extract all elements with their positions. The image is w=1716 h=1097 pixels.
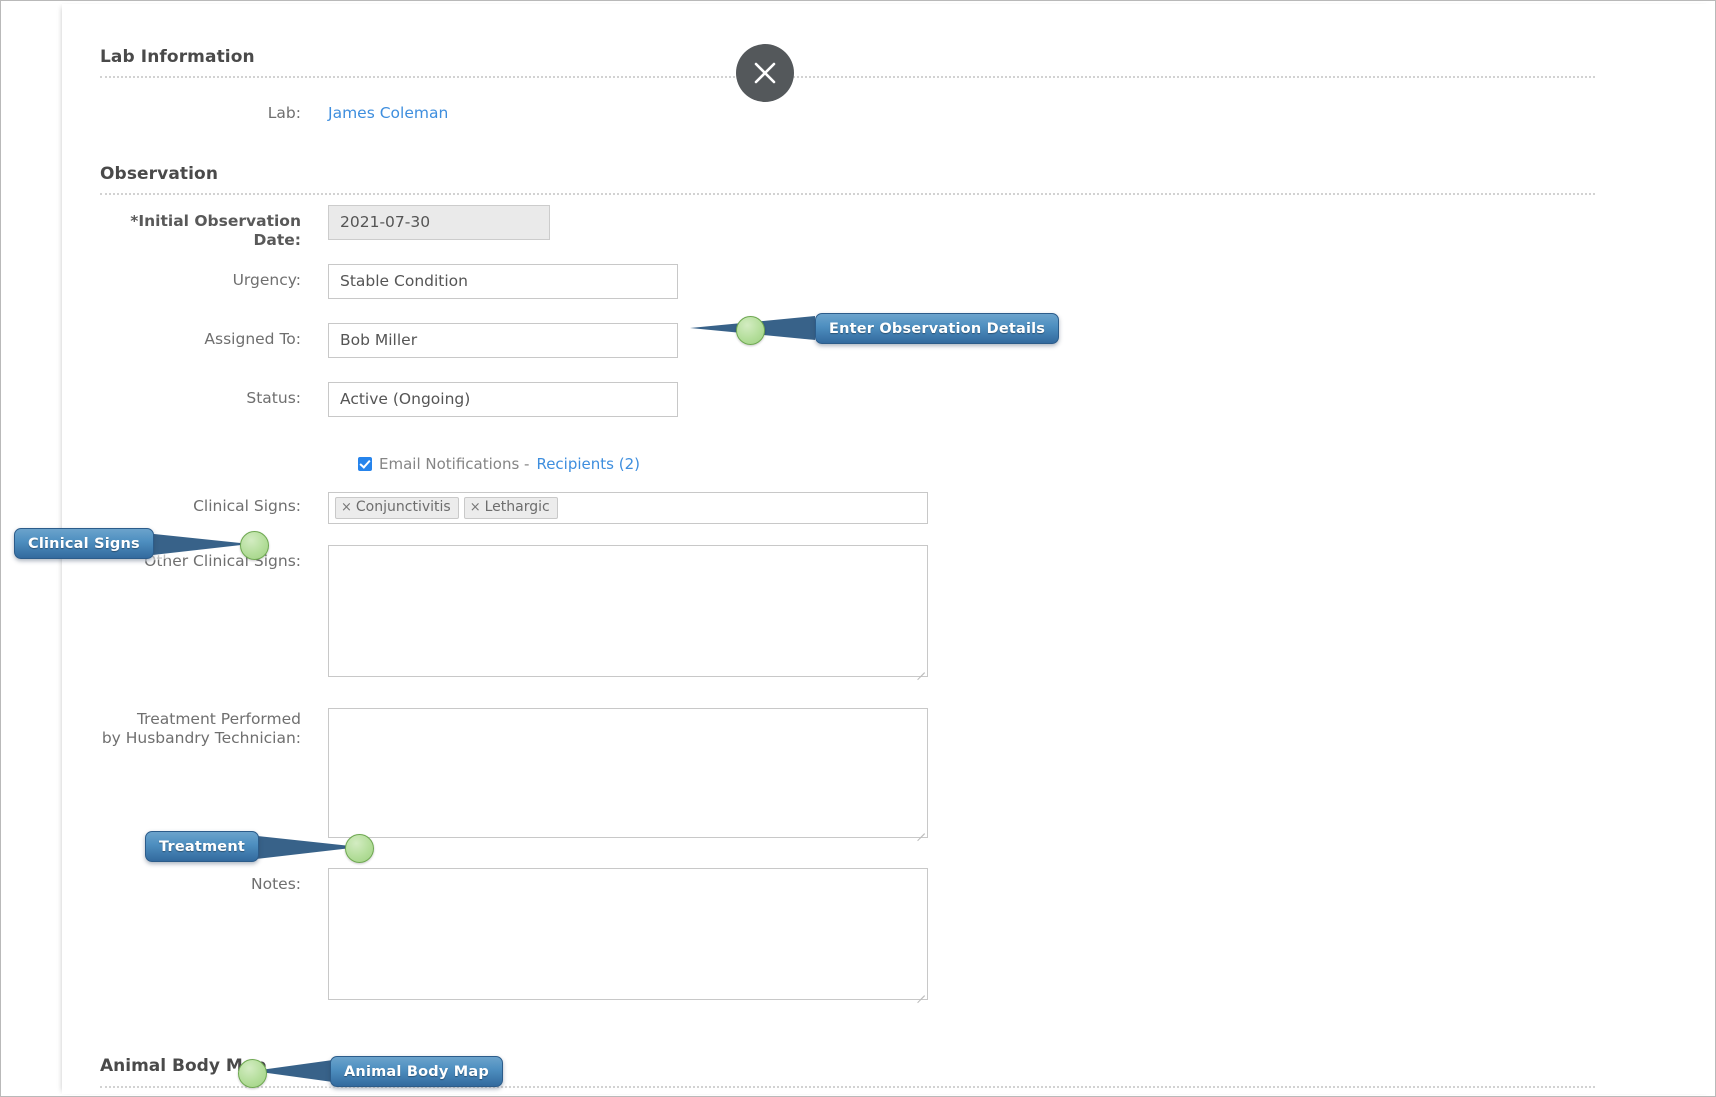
section-observation: Observation — [100, 164, 1595, 195]
field-row-status: Status: Active (Ongoing) — [100, 382, 678, 417]
clinical-signs-token-input[interactable]: × Conjunctivitis × Lethargic — [328, 492, 928, 524]
field-row-assigned-to: Assigned To: Bob Miller — [100, 323, 678, 358]
annotation-label: Treatment — [145, 831, 259, 862]
status-label: Status: — [246, 389, 301, 407]
remove-tag-icon[interactable]: × — [341, 501, 352, 514]
treatment-performed-label: Treatment Performed by Husbandry Technic… — [101, 710, 301, 747]
assigned-to-input[interactable]: Bob Miller — [328, 323, 678, 358]
urgency-label: Urgency: — [232, 271, 301, 289]
annotation-target-dot[interactable] — [238, 1059, 267, 1088]
close-button[interactable] — [736, 44, 794, 102]
section-divider — [100, 193, 1595, 195]
clinical-sign-tag[interactable]: × Conjunctivitis — [335, 497, 459, 519]
observation-title: Observation — [100, 164, 219, 184]
annotation-target-dot[interactable] — [240, 531, 269, 560]
clinical-signs-label: Clinical Signs: — [193, 497, 301, 515]
field-row-urgency: Urgency: Stable Condition — [100, 264, 678, 299]
clinical-sign-tag[interactable]: × Lethargic — [463, 497, 558, 519]
close-icon — [754, 62, 776, 84]
notes-textarea[interactable] — [328, 868, 928, 1004]
status-input[interactable]: Active (Ongoing) — [328, 382, 678, 417]
annotation-target-dot[interactable] — [345, 834, 374, 863]
email-notifications-label: Email Notifications - — [379, 455, 530, 473]
lab-label: Lab: — [267, 104, 301, 122]
recipients-link[interactable]: Recipients (2) — [536, 455, 640, 473]
lab-value-link[interactable]: James Coleman — [328, 97, 448, 122]
other-clinical-signs-textarea[interactable] — [328, 545, 928, 681]
annotation-label: Enter Observation Details — [815, 313, 1060, 344]
field-row-initial-observation-date: *Initial Observation Date: 2021-07-30 — [100, 205, 550, 250]
assigned-to-label: Assigned To: — [204, 330, 301, 348]
initial-observation-date-input[interactable]: 2021-07-30 — [328, 205, 550, 240]
resize-grip-icon[interactable] — [914, 663, 925, 681]
annotation-target-dot[interactable] — [736, 316, 765, 345]
annotation-label: Animal Body Map — [330, 1056, 503, 1087]
annotation-label: Clinical Signs — [14, 528, 154, 559]
screenshot-root: Lab Information Lab: James Coleman Obser… — [0, 0, 1716, 1097]
field-row-notes: Notes: — [100, 868, 928, 1004]
lab-information-title: Lab Information — [100, 47, 255, 67]
section-divider — [100, 76, 1595, 78]
email-notifications-row: Email Notifications - Recipients (2) — [358, 455, 640, 473]
resize-grip-icon[interactable] — [914, 824, 925, 842]
field-row-lab: Lab: James Coleman — [100, 97, 448, 123]
section-lab-information: Lab Information — [100, 47, 1595, 78]
remove-tag-icon[interactable]: × — [470, 501, 481, 514]
urgency-input[interactable]: Stable Condition — [328, 264, 678, 299]
initial-observation-date-label: *Initial Observation Date: — [130, 212, 301, 249]
clinical-sign-tag-label: Conjunctivitis — [355, 499, 451, 515]
resize-grip-icon[interactable] — [914, 986, 925, 1004]
email-notifications-checkbox[interactable] — [358, 457, 372, 471]
clinical-sign-tag-label: Lethargic — [484, 499, 550, 515]
